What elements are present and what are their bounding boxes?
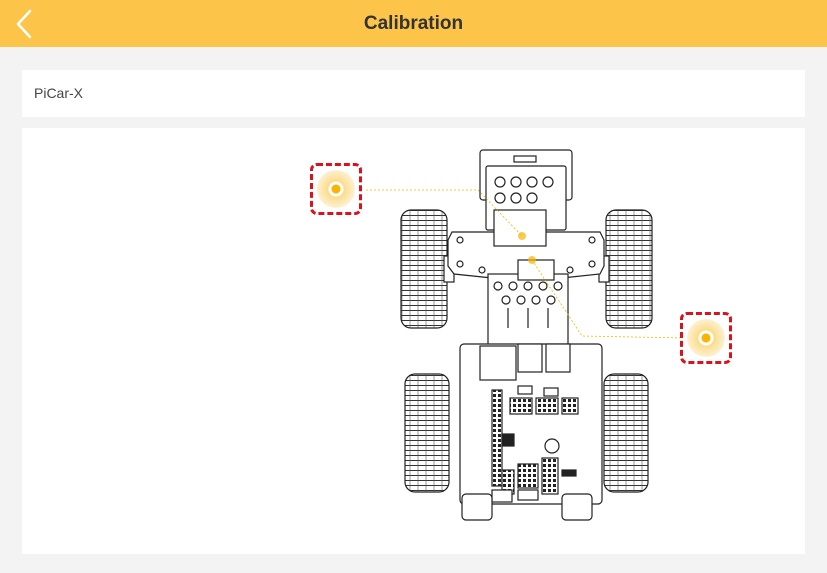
- page-title: Calibration: [363, 13, 464, 34]
- front-right-wheel: [598, 209, 653, 329]
- camera-servo-calibration-point[interactable]: [680, 312, 732, 364]
- front-left-wheel: [400, 209, 455, 329]
- target-icon: [317, 170, 355, 208]
- calibration-canvas: [22, 128, 805, 554]
- device-model-name: PiCar-X: [34, 85, 84, 101]
- device-model-card: PiCar-X: [22, 70, 805, 117]
- target-icon: [687, 319, 725, 357]
- header-bar: Calibration: [0, 0, 827, 47]
- rear-right-wheel: [603, 373, 649, 493]
- rear-left-wheel: [404, 373, 450, 493]
- steering-servo-calibration-point[interactable]: [310, 163, 362, 215]
